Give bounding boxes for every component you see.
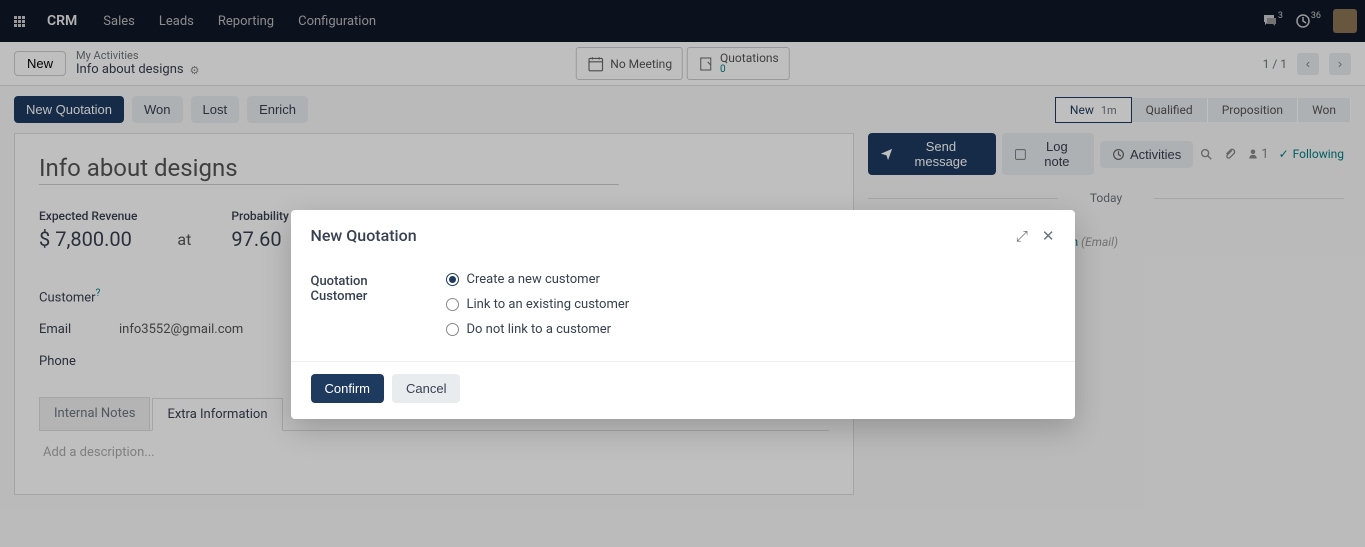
radio-icon [446,323,459,336]
expand-icon[interactable]: ⤢ [1016,227,1028,245]
radio-link-existing[interactable]: Link to an existing customer [446,297,630,312]
quotation-customer-label: Quotation Customer [311,272,426,304]
cancel-button[interactable]: Cancel [392,374,460,403]
radio-no-link[interactable]: Do not link to a customer [446,322,630,337]
close-icon[interactable]: ✕ [1042,227,1055,245]
radio-create-new[interactable]: Create a new customer [446,272,630,287]
radio-icon [446,273,459,286]
modal-title: New Quotation [311,226,417,245]
modal-overlay[interactable]: New Quotation ⤢ ✕ Quotation Customer Cre… [0,0,1365,547]
new-quotation-modal: New Quotation ⤢ ✕ Quotation Customer Cre… [291,210,1075,419]
radio-icon [446,298,459,311]
confirm-button[interactable]: Confirm [311,374,385,403]
